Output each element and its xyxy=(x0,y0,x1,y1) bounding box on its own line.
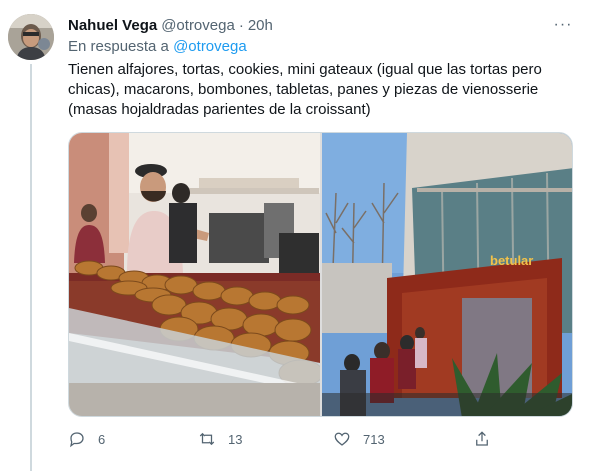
reply-to-link[interactable]: @otrovega xyxy=(173,38,247,55)
author-handle[interactable]: @otrovega xyxy=(161,17,235,34)
share-icon xyxy=(476,431,488,446)
tweet-text-line: Tienen alfajores, tortas, cookies, mini … xyxy=(68,61,542,78)
reply-context: En respuesta a @otrovega xyxy=(68,38,247,55)
avatar[interactable] xyxy=(8,14,54,60)
reply-prefix: En respuesta a xyxy=(68,38,169,55)
tweet[interactable]: Nahuel Vega @otrovega · 20h ··· En respu… xyxy=(0,0,591,471)
reply-count: 6 xyxy=(98,431,106,447)
media-grid: betular xyxy=(68,132,573,417)
like-button[interactable]: 713 xyxy=(333,428,385,450)
more-icon[interactable]: ··· xyxy=(552,15,574,35)
share-button[interactable] xyxy=(473,428,491,450)
retweet-icon xyxy=(199,432,215,446)
separator-dot: · xyxy=(238,16,244,34)
tweet-text-line: (masas hojaldradas parientes de la crois… xyxy=(68,101,371,118)
tweet-text-line: chicas), macarons, bombones, tabletas, p… xyxy=(68,81,539,98)
reply-button[interactable]: 6 xyxy=(68,428,105,450)
store-sign: betular xyxy=(490,253,533,268)
timestamp[interactable]: 20h xyxy=(248,17,273,34)
thread-line xyxy=(30,64,32,471)
like-count: 713 xyxy=(363,431,385,447)
retweet-count: 13 xyxy=(228,431,243,447)
like-icon xyxy=(334,432,350,446)
author-name[interactable]: Nahuel Vega xyxy=(68,17,157,34)
retweet-button[interactable]: 13 xyxy=(198,428,242,450)
action-bar: 6 13 713 xyxy=(68,428,508,450)
tweet-header: Nahuel Vega @otrovega · 20h xyxy=(68,15,273,35)
reply-icon xyxy=(70,432,84,448)
tweet-text: Tienen alfajores, tortas, cookies, mini … xyxy=(68,60,568,120)
photo-storefront-queue[interactable]: betular xyxy=(322,133,572,416)
photo-bakery-counter[interactable] xyxy=(69,133,320,416)
